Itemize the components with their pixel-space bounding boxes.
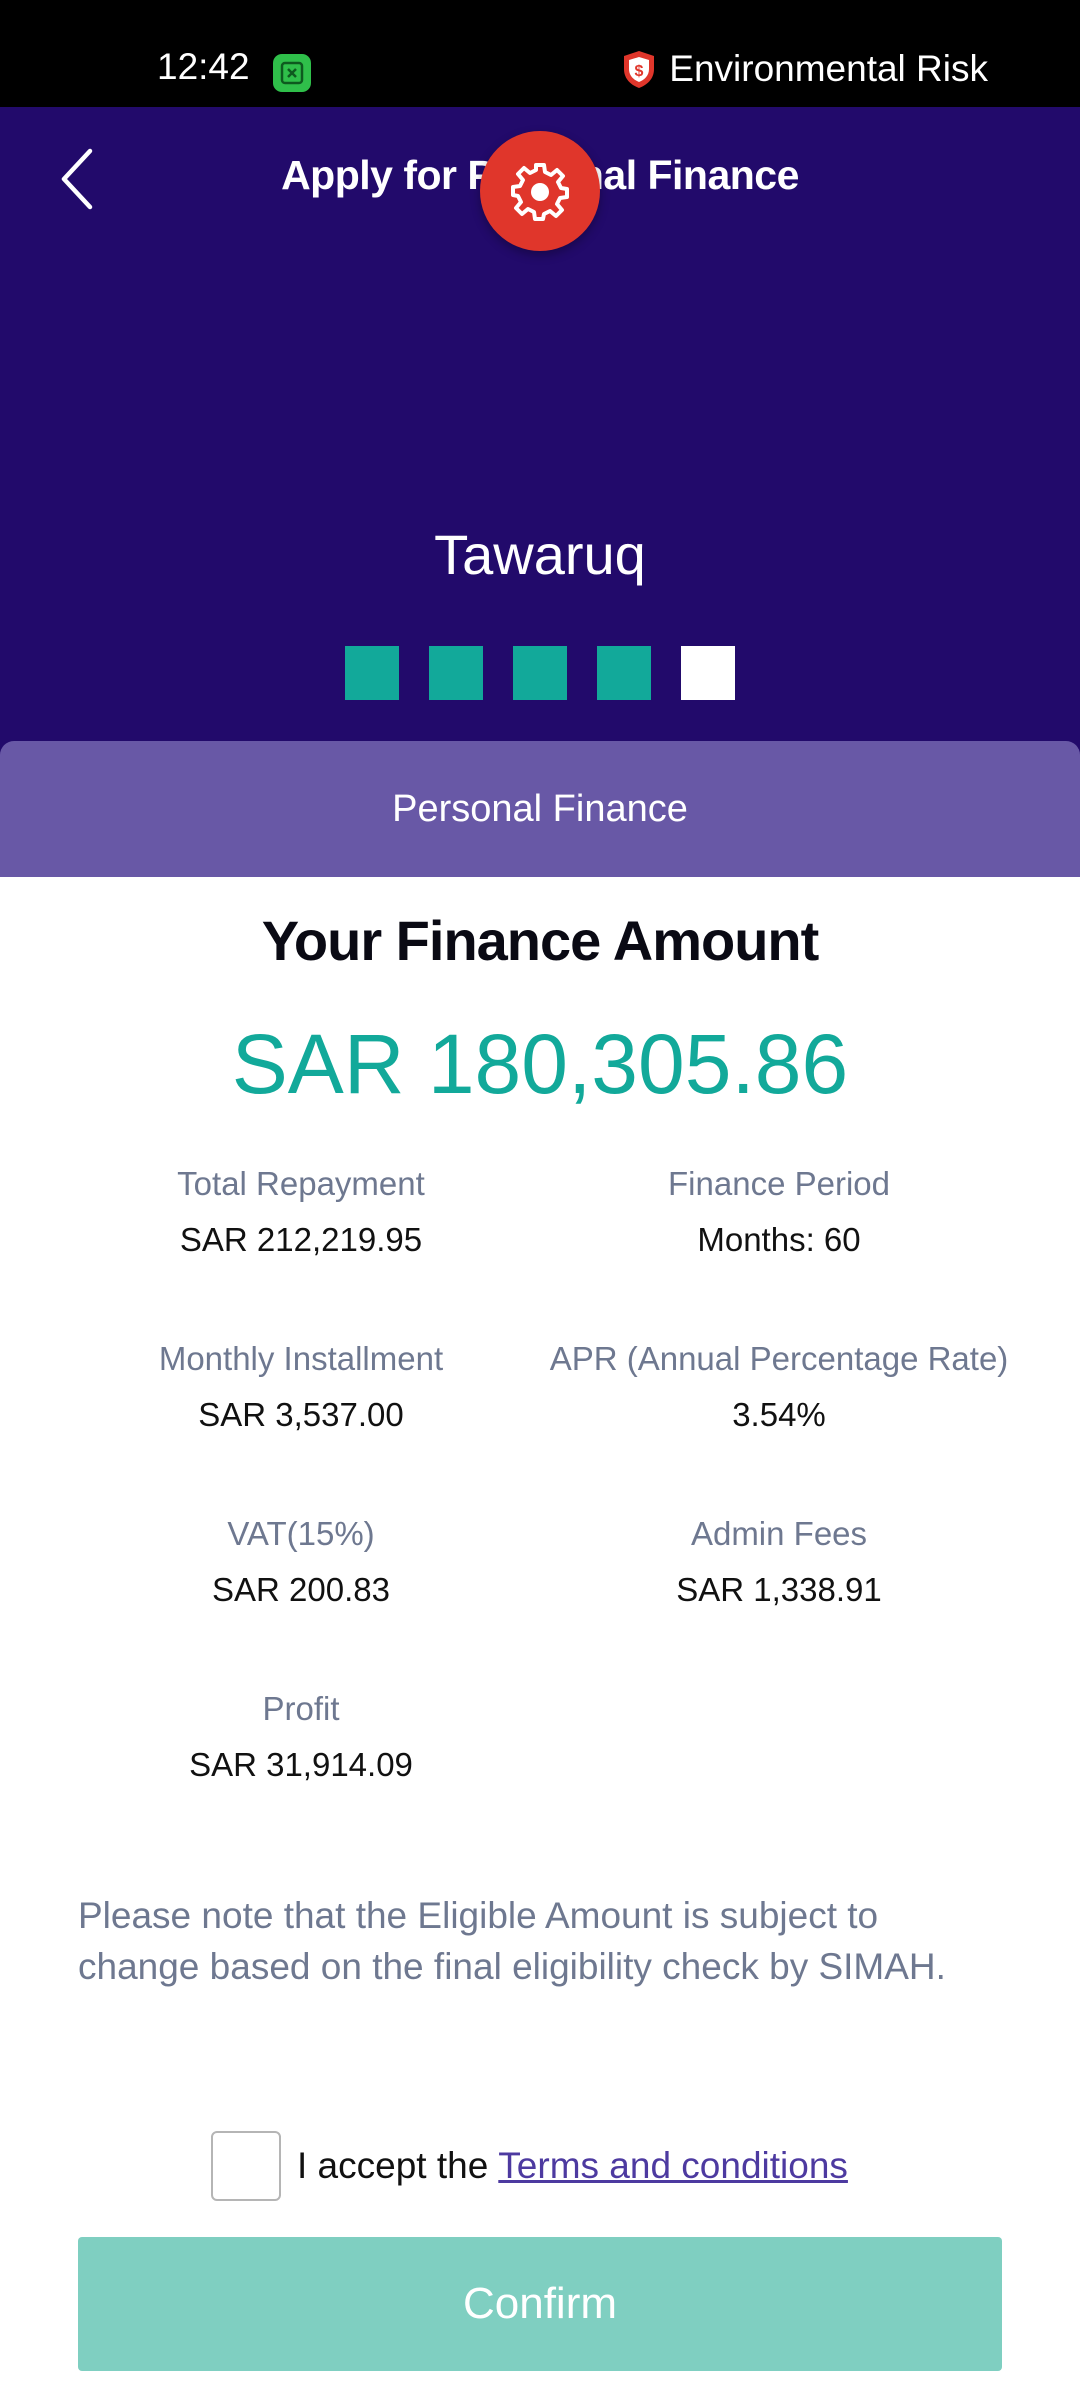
accept-label: I accept the	[297, 2145, 489, 2186]
environmental-risk-indicator: $ Environmental Risk	[621, 48, 988, 90]
step-indicator	[429, 646, 483, 700]
svg-text:$: $	[635, 63, 644, 80]
app-notification-icon	[273, 54, 311, 92]
eligibility-note: Please note that the Eligible Amount is …	[78, 1895, 946, 1987]
detail-label: Admin Fees	[690, 1515, 868, 1552]
detail-profit: Profit SAR 31,914.09	[41, 1690, 561, 1784]
detail-apr: APR (Annual Percentage Rate) 3.54%	[519, 1340, 1039, 1434]
confirm-button[interactable]: Confirm	[78, 2237, 1002, 2371]
shield-icon: $	[624, 51, 655, 88]
detail-value: Months: 60	[697, 1221, 861, 1258]
detail-value: SAR 212,219.95	[179, 1221, 423, 1258]
detail-monthly-installment: Monthly Installment SAR 3,537.00	[41, 1340, 561, 1434]
detail-value: SAR 1,338.91	[676, 1571, 882, 1608]
detail-label: Total Repayment	[177, 1165, 425, 1202]
step-indicator	[597, 646, 651, 700]
detail-label: Monthly Installment	[158, 1340, 444, 1377]
detail-total-repayment: Total Repayment SAR 212,219.95	[41, 1165, 561, 1259]
settings-floating-button[interactable]	[480, 131, 600, 251]
terms-checkbox[interactable]	[211, 2131, 281, 2201]
step-indicator	[513, 646, 567, 700]
detail-value: 3.54%	[732, 1396, 826, 1433]
finance-amount-title: Your Finance Amount	[261, 909, 820, 972]
step-indicator	[681, 646, 735, 700]
gear-icon	[511, 163, 569, 221]
terms-acceptance-row: I accept the Terms and conditions	[211, 2131, 848, 2201]
product-name: Tawaruq	[434, 523, 646, 586]
detail-value: SAR 31,914.09	[189, 1746, 413, 1783]
status-bar: 12:42 $ Environmental Risk	[0, 0, 1080, 107]
detail-label: Finance Period	[668, 1165, 890, 1202]
detail-label: VAT(15%)	[227, 1515, 375, 1552]
detail-value: SAR 200.83	[212, 1571, 390, 1608]
section-label: Personal Finance	[392, 787, 688, 830]
detail-label: Profit	[262, 1690, 340, 1727]
risk-label: Environmental Risk	[669, 48, 988, 89]
step-indicator	[345, 646, 399, 700]
finance-amount-value: SAR 180,305.86	[231, 1017, 849, 1111]
step-progress-indicator	[345, 646, 735, 700]
section-header: Personal Finance	[0, 741, 1080, 877]
detail-admin-fees: Admin Fees SAR 1,338.91	[519, 1515, 1039, 1609]
app-header: Apply for Personal Finance Tawaruq	[0, 107, 1080, 757]
terms-link[interactable]: Terms and conditions	[498, 2145, 848, 2187]
detail-label: APR (Annual Percentage Rate)	[549, 1340, 1009, 1377]
detail-vat: VAT(15%) SAR 200.83	[41, 1515, 561, 1609]
status-time: 12:42	[157, 46, 250, 87]
detail-value: SAR 3,537.00	[198, 1396, 404, 1433]
detail-finance-period: Finance Period Months: 60	[519, 1165, 1039, 1259]
